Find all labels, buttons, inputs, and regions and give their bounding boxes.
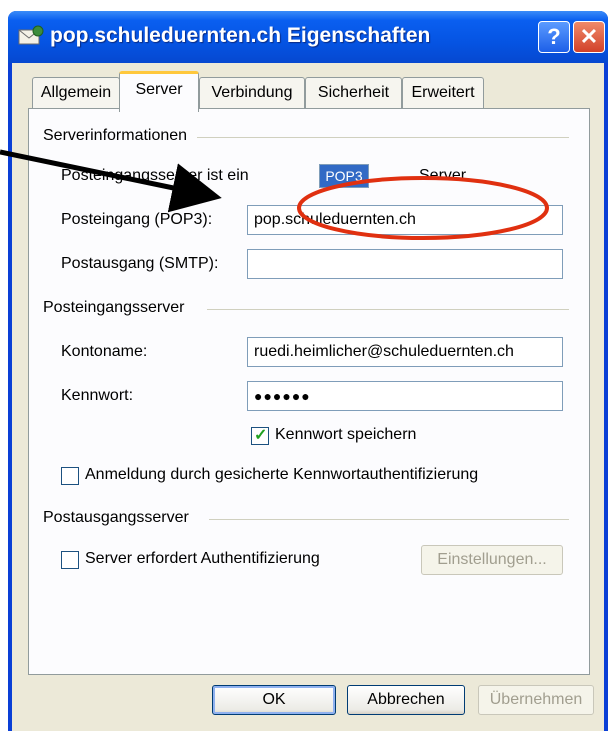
group-label-serverinformationen: Serverinformationen — [43, 127, 188, 144]
incoming-type-label: Posteingangsserver ist ein — [61, 167, 249, 184]
account-name-field[interactable]: ruedi.heimlicher@schuleduernten.ch — [247, 337, 563, 367]
tab-sicherheit[interactable]: Sicherheit — [305, 77, 402, 108]
group-divider — [207, 309, 569, 310]
group-divider — [209, 519, 569, 520]
incoming-server-label: Posteingang (POP3): — [61, 211, 213, 228]
outgoing-server-field[interactable] — [247, 249, 563, 279]
group-divider — [197, 137, 569, 138]
tab-server[interactable]: Server — [119, 71, 199, 112]
save-password-label[interactable]: Kennwort speichern — [275, 426, 416, 444]
close-button[interactable]: ✕ — [573, 21, 605, 53]
smtp-auth-label[interactable]: Server erfordert Authentifizierung — [85, 550, 320, 568]
checkmark-icon: ✓ — [254, 427, 268, 444]
save-password-checkbox[interactable]: ✓ — [251, 427, 269, 445]
incoming-type-value: POP3 — [319, 164, 369, 188]
incoming-type-suffix: Server. — [419, 167, 470, 184]
password-label: Kennwort: — [61, 387, 134, 404]
title-bar[interactable]: pop.schuleduernten.ch Eigenschaften ? ✕ — [8, 11, 608, 63]
mail-account-icon — [18, 25, 44, 45]
group-label-posteingangsserver: Posteingangsserver — [43, 299, 185, 316]
window-title: pop.schuleduernten.ch Eigenschaften — [50, 24, 431, 47]
smtp-auth-checkbox[interactable] — [61, 551, 79, 569]
spa-label[interactable]: Anmeldung durch gesicherte Kennwortauthe… — [85, 466, 478, 484]
tab-verbindung[interactable]: Verbindung — [199, 77, 305, 108]
help-button[interactable]: ? — [538, 21, 570, 53]
properties-window: pop.schuleduernten.ch Eigenschaften ? ✕ … — [8, 11, 608, 731]
tab-erweitert[interactable]: Erweitert — [402, 77, 484, 108]
settings-button[interactable]: Einstellungen... — [421, 545, 563, 575]
group-label-postausgangsserver: Postausgangsserver — [43, 509, 189, 526]
password-field[interactable]: ●●●●●● — [247, 381, 563, 411]
apply-button[interactable]: Übernehmen — [478, 685, 594, 715]
account-name-label: Kontoname: — [61, 343, 148, 360]
ok-button[interactable]: OK — [212, 685, 336, 715]
dialog-client: Allgemein Server Verbindung Sicherheit E… — [12, 63, 604, 731]
cancel-button[interactable]: Abbrechen — [347, 685, 465, 715]
incoming-server-field[interactable]: pop.schuleduernten.ch — [247, 205, 563, 235]
spa-checkbox[interactable] — [61, 467, 79, 485]
close-icon: ✕ — [579, 24, 599, 49]
outgoing-server-label: Postausgang (SMTP): — [61, 255, 219, 272]
tab-allgemein[interactable]: Allgemein — [32, 77, 120, 108]
server-tab-panel: Serverinformationen Posteingangsserver i… — [28, 108, 590, 675]
